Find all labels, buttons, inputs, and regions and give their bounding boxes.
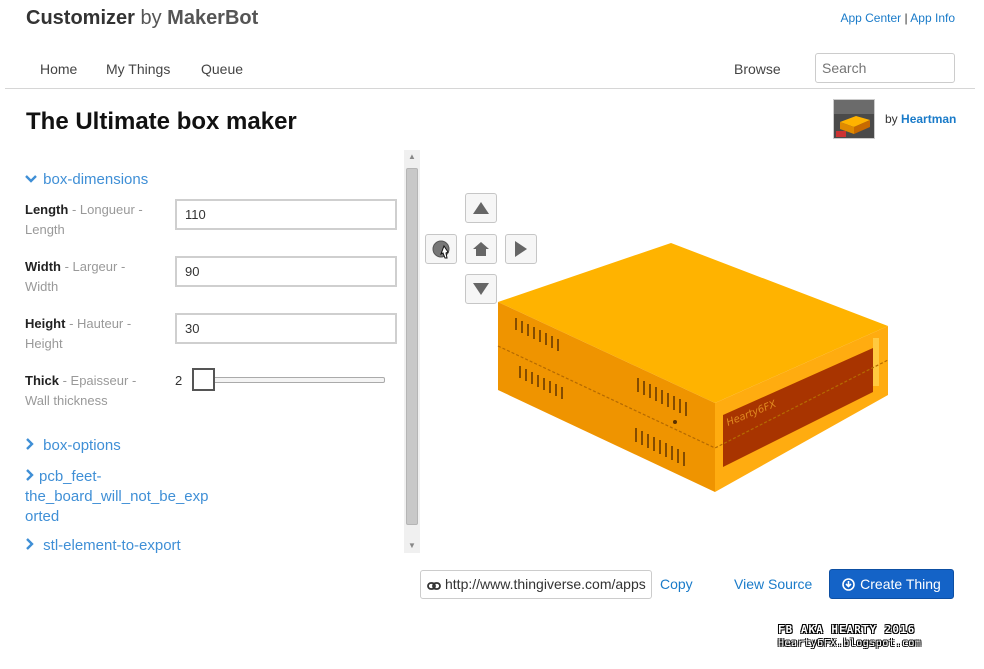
length-input[interactable] [175,199,397,230]
app-center-link[interactable]: App Center [840,11,901,25]
share-url-text: http://www.thingiverse.com/apps [445,576,646,592]
height-input[interactable] [175,313,397,344]
section-label-line3: orted [25,508,60,525]
copy-link[interactable]: Copy [660,576,693,592]
view-source-link[interactable]: View Source [734,576,812,592]
param-name: Width [25,259,61,274]
params-scrollbar[interactable]: ▲ ▼ [404,150,420,553]
watermark-line2: Hearty6FX.blogspot.com [778,638,922,649]
download-circle-icon [842,577,855,591]
top-bar: Customizer by MakerBot App Center | App … [0,0,984,40]
nav-home[interactable]: Home [40,61,77,77]
page-title: The Ultimate box maker [26,108,297,135]
brand-makerbot: MakerBot [167,7,259,29]
section-pcb-feet[interactable]: pcb_feet- the_board_will_not_be_exp orte… [25,467,208,527]
create-thing-button[interactable]: Create Thing [829,569,954,599]
param-desc: - Epaisseur - [58,373,137,388]
scroll-up-arrow-icon[interactable]: ▲ [408,152,416,161]
view-rotate-button[interactable] [425,234,457,264]
param-desc-2: Wall thickness [25,393,108,408]
nav-queue[interactable]: Queue [201,61,243,77]
param-desc: - Largeur - [60,259,126,274]
chevron-right-icon [25,467,39,487]
param-label-thick: Thick - Epaisseur - Wall thickness [25,371,170,411]
link-separator: | [904,11,908,25]
section-label-line2: the_board_will_not_be_exp [25,488,209,505]
scroll-down-arrow-icon[interactable]: ▼ [408,541,416,550]
thick-value: 2 [175,373,183,388]
param-label-width: Width - Largeur - Width [25,257,170,297]
brand-by: by [140,7,162,29]
chevron-down-icon [25,171,39,188]
author-thumbnail[interactable] [833,99,875,139]
triangle-up-icon [473,202,489,214]
top-links: App Center | App Info [840,11,955,25]
section-box-options[interactable]: box-options [25,437,121,454]
param-desc-2: Length [25,222,65,237]
section-box-dimensions[interactable]: box-dimensions [25,171,148,188]
author-prefix: by [885,112,898,126]
param-label-length: Length - Longueur - Length [25,200,170,240]
chevron-right-icon [25,437,39,454]
chevron-right-icon [25,537,39,554]
param-desc-2: Height [25,336,63,351]
param-label-height: Height - Hauteur - Height [25,314,170,354]
share-url-field[interactable]: http://www.thingiverse.com/apps [420,570,652,599]
param-name: Length [25,202,69,217]
thick-slider-handle[interactable] [192,368,215,391]
param-desc: - Longueur - [68,202,143,217]
watermark-line1: FB AKA HEARTY 2016 [778,623,916,636]
section-label-line1: pcb_feet- [39,468,102,485]
thick-slider-track[interactable] [198,377,385,383]
brand-customizer: Customizer [26,7,135,29]
box-model-render: Hearty6FX [497,243,889,492]
section-stl-element[interactable]: stl-element-to-export [25,537,181,554]
param-desc: - Hauteur - [65,316,132,331]
app-info-link[interactable]: App Info [910,11,955,25]
nav-browse[interactable]: Browse [734,61,781,77]
section-label: box-dimensions [43,171,149,188]
nav-my-things[interactable]: My Things [106,61,170,77]
scrollbar-thumb[interactable] [406,168,418,525]
author-link[interactable]: Heartman [901,112,956,126]
author-byline: by Heartman [885,112,956,126]
view-up-button[interactable] [465,193,497,223]
param-desc-2: Width [25,279,59,294]
section-label: stl-element-to-export [43,537,181,554]
model-viewer[interactable]: Hearty6FX [480,230,900,510]
section-label: box-options [43,437,121,454]
app-brand[interactable]: Customizer by MakerBot [26,7,258,30]
width-input[interactable] [175,256,397,287]
link-icon [427,578,441,594]
param-name: Height [25,316,66,331]
search-input[interactable] [815,53,955,83]
param-name: Thick [25,373,59,388]
rotate-icon [432,240,450,259]
create-thing-label: Create Thing [860,576,941,592]
